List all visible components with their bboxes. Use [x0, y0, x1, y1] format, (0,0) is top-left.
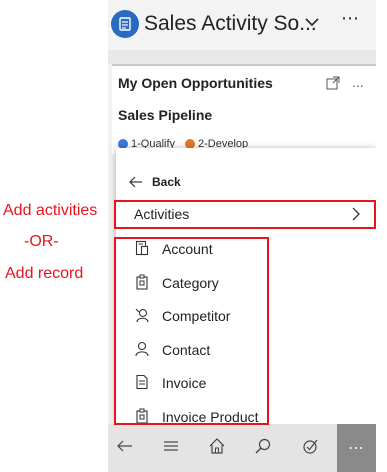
home-icon[interactable] — [206, 435, 228, 457]
chart-title: Sales Pipeline — [118, 107, 213, 123]
app-title[interactable]: Sales Activity So... — [144, 12, 317, 36]
highlight-activities-box — [114, 200, 376, 229]
arrow-left-icon — [129, 176, 142, 188]
more-options-button[interactable]: ⋯ — [341, 8, 360, 29]
app-header: Sales Activity So... ⋯ — [108, 0, 376, 50]
expand-icon[interactable] — [326, 76, 340, 90]
back-label: Back — [152, 175, 181, 189]
card-title: My Open Opportunities — [118, 75, 273, 91]
search-icon[interactable] — [252, 435, 274, 457]
highlight-records-box — [114, 237, 269, 425]
annotation-add-record: Add record — [5, 265, 84, 282]
menu-icon[interactable] — [160, 435, 182, 457]
activity-icon[interactable] — [299, 435, 321, 457]
more-button[interactable]: ⋯ — [337, 424, 376, 472]
annotation-add-activities: Add activities — [3, 202, 98, 219]
card-more-button[interactable]: ... — [352, 74, 364, 90]
header-divider — [108, 50, 376, 64]
chevron-down-icon[interactable] — [304, 14, 320, 30]
back-button[interactable]: Back — [116, 168, 376, 196]
bottom-navigation-bar: ⋯ — [108, 424, 376, 472]
dashboard-card: My Open Opportunities ... Sales Pipeline… — [112, 64, 376, 154]
app-logo-icon[interactable] — [111, 10, 139, 38]
annotation-or: -OR- — [24, 233, 59, 250]
back-icon[interactable] — [114, 435, 136, 457]
